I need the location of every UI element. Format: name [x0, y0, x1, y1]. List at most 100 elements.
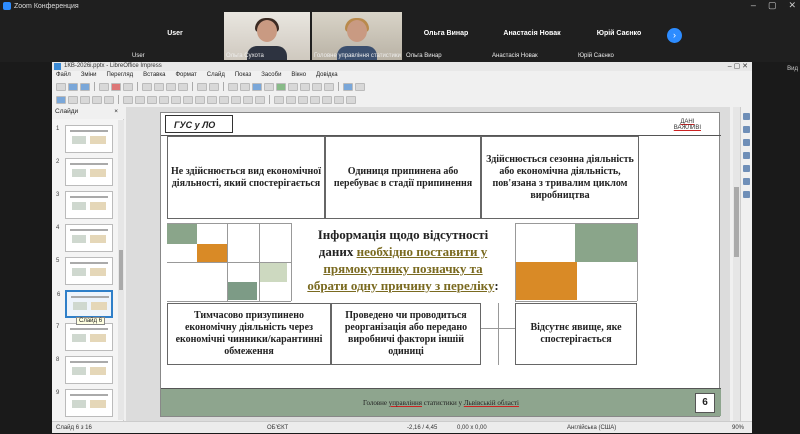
start-show-icon[interactable]	[343, 82, 353, 91]
menu-file[interactable]: Файл	[56, 71, 71, 80]
maximize-icon[interactable]: ▢	[768, 0, 777, 11]
slides-panel-scrollbar[interactable]	[118, 120, 124, 420]
reason-box-2[interactable]: Одиниця припинена або перебуває в стадії…	[325, 136, 481, 219]
canvas-scrollbar[interactable]	[733, 107, 740, 421]
symbol-shapes-icon[interactable]	[207, 95, 217, 104]
slide-thumbnail[interactable]: 3	[56, 191, 113, 219]
rectangle-icon[interactable]	[135, 95, 145, 104]
reason-box-1[interactable]: Не здійснюється вид економічної діяльнос…	[167, 136, 325, 219]
export-icon[interactable]	[99, 82, 109, 91]
table-icon[interactable]	[264, 82, 274, 91]
redo-icon[interactable]	[209, 82, 219, 91]
arrange-icon[interactable]	[298, 95, 308, 104]
participant-tile-user[interactable]: User User	[130, 12, 220, 60]
slide-thumbnail-selected[interactable]: 6	[57, 290, 113, 318]
fill-color-icon[interactable]	[104, 95, 114, 104]
view-button[interactable]: Вид	[787, 66, 798, 72]
master-slides-icon[interactable]	[743, 152, 750, 159]
cut-icon[interactable]	[142, 82, 152, 91]
menu-window[interactable]: Вікно	[291, 71, 306, 80]
minimize-icon[interactable]: –	[751, 0, 756, 11]
new-icon[interactable]	[56, 82, 66, 91]
slide-thumbnail[interactable]: 4	[56, 224, 113, 252]
basic-shapes-icon[interactable]	[195, 95, 205, 104]
menu-show[interactable]: Показ	[235, 71, 251, 80]
line-color-icon[interactable]	[92, 95, 102, 104]
zoom-icon[interactable]	[68, 95, 78, 104]
slide-thumbnail[interactable]: 9	[56, 389, 113, 417]
participant-tile-5[interactable]: Юрій Саєнко Юрій Саєнко	[576, 12, 662, 60]
close-panel-icon[interactable]: ×	[114, 107, 118, 117]
save-icon[interactable]	[80, 82, 90, 91]
participant-video-1[interactable]: Ольга Сухота	[224, 12, 310, 60]
copy-icon[interactable]	[154, 82, 164, 91]
paste-icon[interactable]	[166, 82, 176, 91]
open-icon[interactable]	[68, 82, 78, 91]
menu-insert[interactable]: Вставка	[143, 71, 165, 80]
text-icon[interactable]	[80, 95, 90, 104]
reason-box-6[interactable]: Відсутнє явище, яке спостерігається	[515, 303, 637, 365]
scrollbar-thumb[interactable]	[734, 187, 739, 257]
menu-help[interactable]: Довідка	[316, 71, 338, 80]
filter-icon[interactable]	[334, 95, 344, 104]
menu-format[interactable]: Формат	[175, 71, 196, 80]
menu-view[interactable]: Перегляд	[107, 71, 134, 80]
window-controls[interactable]: – ▢ ✕	[728, 62, 748, 71]
reason-box-4[interactable]: Тимчасово призупинено економічну діяльні…	[167, 303, 331, 365]
gallery-icon[interactable]	[743, 178, 750, 185]
slide-thumbnail[interactable]: 1	[56, 125, 113, 153]
grid-icon[interactable]	[240, 82, 250, 91]
line-icon[interactable]	[123, 95, 133, 104]
view-icon[interactable]	[252, 82, 262, 91]
navigator-icon[interactable]	[743, 191, 750, 198]
fontwork-icon[interactable]	[324, 82, 334, 91]
slide-icon[interactable]	[355, 82, 365, 91]
reason-box-5[interactable]: Проведено чи проводиться реорганізація а…	[331, 303, 481, 365]
textbox-icon[interactable]	[300, 82, 310, 91]
slide-thumbnail[interactable]: 7	[56, 323, 113, 351]
participant-tile-3[interactable]: Ольга Винар Ольга Винар	[404, 12, 488, 60]
slide-thumbnail[interactable]: 8	[56, 356, 113, 384]
scrollbar-thumb[interactable]	[119, 250, 123, 290]
slide[interactable]: ГУС у ЛО ДАНІ ВАЖЛИВІ Не здійснюється вид…	[160, 112, 721, 417]
menu-tools[interactable]: Засоби	[261, 71, 281, 80]
select-icon[interactable]	[56, 95, 66, 104]
participant-tile-4[interactable]: Анастасія Новак Анастасія Новак	[490, 12, 574, 60]
spellcheck-icon[interactable]	[228, 82, 238, 91]
special-char-icon[interactable]	[312, 82, 322, 91]
align-icon[interactable]	[286, 95, 296, 104]
block-arrows-icon[interactable]	[219, 95, 229, 104]
status-zoom[interactable]: 90%	[732, 422, 744, 434]
properties-icon[interactable]	[743, 113, 750, 120]
slide-thumbnail[interactable]: 5	[56, 257, 113, 285]
participant-video-2[interactable]: Головне управління статистики	[312, 12, 402, 60]
ellipse-icon[interactable]	[147, 95, 157, 104]
flowchart-icon[interactable]	[231, 95, 241, 104]
toggle-extrusion-icon[interactable]	[346, 95, 356, 104]
undo-icon[interactable]	[197, 82, 207, 91]
chart-icon[interactable]	[288, 82, 298, 91]
close-icon[interactable]: ✕	[788, 0, 796, 11]
curve-icon[interactable]	[171, 95, 181, 104]
reason-box-3[interactable]: Здійснюється сезонна діяльність або екон…	[481, 136, 639, 219]
status-language[interactable]: Англійська (США)	[567, 422, 616, 434]
connector-icon[interactable]	[183, 95, 193, 104]
slide-thumbnail[interactable]: 2	[56, 158, 113, 186]
styles-icon[interactable]	[743, 165, 750, 172]
stars-icon[interactable]	[255, 95, 265, 104]
slide-transition-icon[interactable]	[743, 126, 750, 133]
image-icon[interactable]	[276, 82, 286, 91]
clone-icon[interactable]	[178, 82, 188, 91]
crop-icon[interactable]	[322, 95, 332, 104]
print-icon[interactable]	[123, 82, 133, 91]
zoom-window-controls[interactable]: – ▢ ✕	[751, 0, 796, 11]
pdf-icon[interactable]	[111, 82, 121, 91]
transform-icon[interactable]	[274, 95, 284, 104]
next-page-button[interactable]: ›	[667, 28, 682, 43]
animation-icon[interactable]	[743, 139, 750, 146]
menu-edit[interactable]: Зміни	[81, 71, 97, 80]
menu-slide[interactable]: Слайд	[207, 71, 225, 80]
shadow-icon[interactable]	[310, 95, 320, 104]
arrow-icon[interactable]	[159, 95, 169, 104]
callouts-icon[interactable]	[243, 95, 253, 104]
